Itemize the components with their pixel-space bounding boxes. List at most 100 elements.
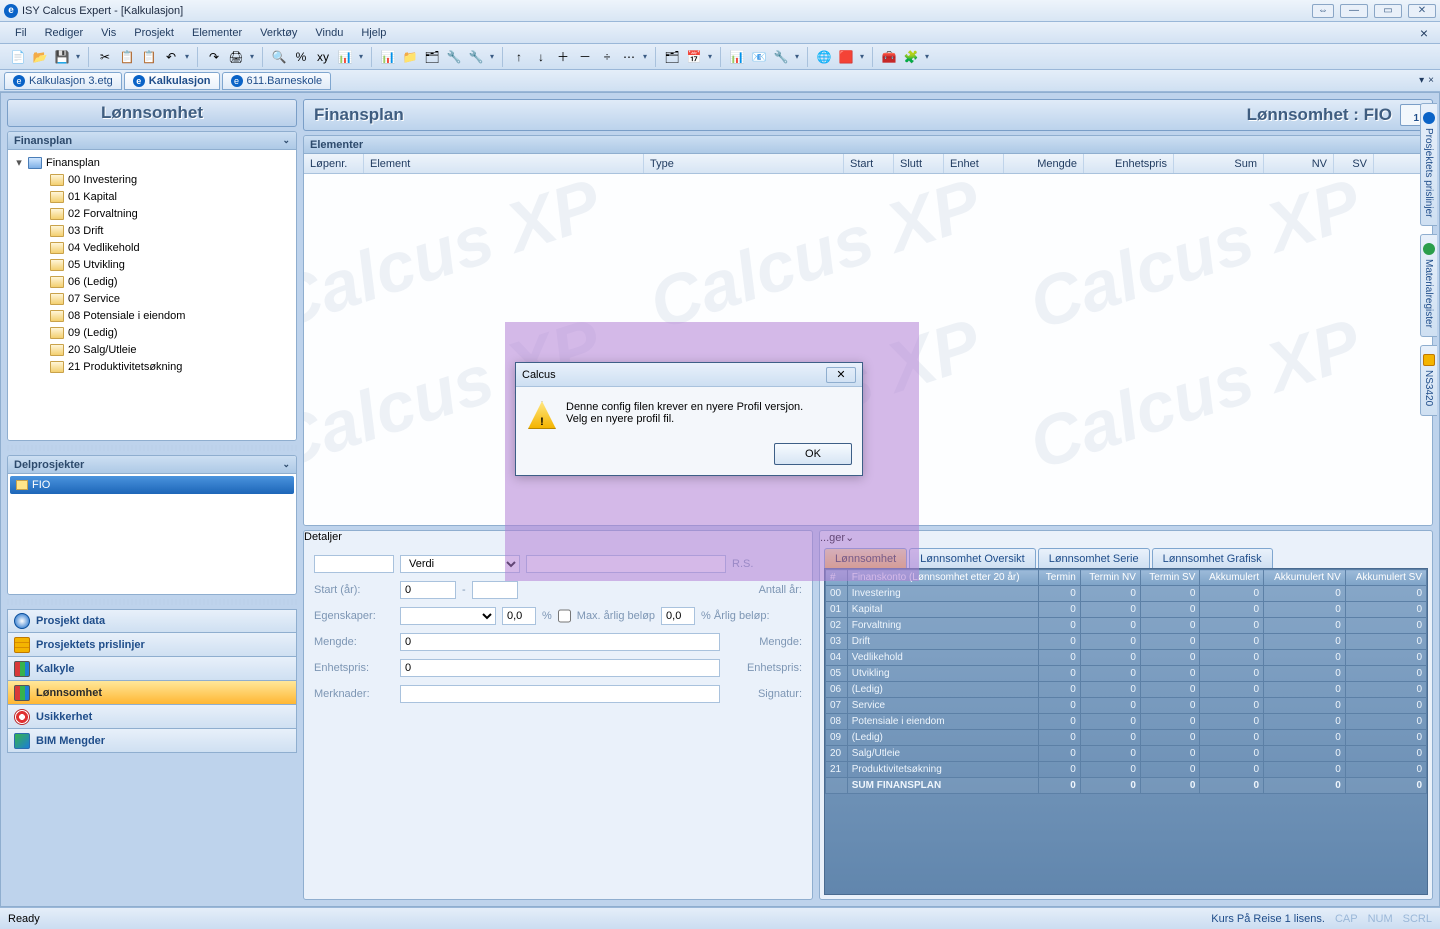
det-merknader-input[interactable] [400,685,720,703]
toolbar-button[interactable]: 🌐 [814,47,834,67]
det-start2-input[interactable] [472,581,518,599]
toolbar-button[interactable]: ↶ [161,47,181,67]
toolbar-button[interactable]: 🧰 [879,47,899,67]
toolbar-button[interactable]: 📧 [749,47,769,67]
rtable-row[interactable]: 09(Ledig)000000 [826,730,1427,746]
toolbar-button[interactable]: 📁 [400,47,420,67]
toolbar-button[interactable]: 🔧 [444,47,464,67]
result-table-wrap[interactable]: #Finanskonto (Lønnsomhet etter 20 år)Ter… [824,568,1428,895]
menu-elementer[interactable]: Elementer [183,25,251,41]
rtable-col[interactable]: Akkumulert [1200,570,1264,586]
rtable-col[interactable]: Akkumulert SV [1345,570,1426,586]
result-tab[interactable]: Lønnsomhet [824,548,907,568]
det-max-checkbox[interactable] [558,607,571,625]
dock-tab-prislinjer[interactable]: Prosjektets prislinjer [1420,103,1437,226]
rtable-row[interactable]: SUM FINANSPLAN000000 [826,778,1427,794]
toolbar-button[interactable]: ↑ [509,47,529,67]
grid-col-header[interactable]: Løpenr. [304,154,364,173]
det-pct-input[interactable] [502,607,536,625]
rtable-row[interactable]: 06(Ledig)000000 [826,682,1427,698]
result-tab[interactable]: Lønnsomhet Grafisk [1152,548,1273,568]
grid-header[interactable]: Løpenr.ElementTypeStartSluttEnhetMengdeE… [304,154,1432,174]
nav-button[interactable]: Lønnsomhet [7,681,297,705]
grid-col-header[interactable]: Sum [1174,154,1264,173]
tree-item[interactable]: 04 Vedlikehold [10,239,294,256]
toolbar-button[interactable]: 🗂 [422,47,442,67]
tree-item[interactable]: 03 Drift [10,222,294,239]
toolbar-dropdown-icon[interactable]: ▾ [488,47,496,67]
toolbar-button[interactable]: 🔧 [466,47,486,67]
toolbar-button[interactable]: 📋 [139,47,159,67]
toolbar-dropdown-icon[interactable]: ▾ [641,47,649,67]
toolbar-button[interactable]: ÷ [597,47,617,67]
toolbar-dropdown-icon[interactable]: ▾ [858,47,866,67]
tree-item[interactable]: 20 Salg/Utleie [10,341,294,358]
grid-col-header[interactable]: Mengde [1004,154,1084,173]
grid-col-header[interactable]: NV [1264,154,1334,173]
toolbar-dropdown-icon[interactable]: ▾ [183,47,191,67]
toolbar-button[interactable]: % [291,47,311,67]
nav-button[interactable]: Prosjektets prislinjer [7,633,297,657]
grid-col-header[interactable]: Enhet [944,154,1004,173]
doc-tab[interactable]: eKalkulasjon 3.etg [4,72,122,90]
rtable-col[interactable]: Finanskonto (Lønnsomhet etter 20 år) [847,570,1038,586]
toolbar-button[interactable]: 📊 [378,47,398,67]
toolbar-button[interactable]: ↷ [204,47,224,67]
toolbar-button[interactable]: 🟥 [836,47,856,67]
menu-rediger[interactable]: Rediger [36,25,93,41]
rtable-col[interactable]: Termin [1038,570,1080,586]
rtable-row[interactable]: 08Potensiale i eiendom000000 [826,714,1427,730]
tree-item[interactable]: 07 Service [10,290,294,307]
toolbar-button[interactable]: ↓ [531,47,551,67]
rtable-col[interactable]: Termin NV [1080,570,1140,586]
tree-item[interactable]: 00 Investering [10,171,294,188]
doc-tab[interactable]: e611.Barneskole [222,72,332,90]
menu-vis[interactable]: Vis [92,25,125,41]
finansplan-tree[interactable]: ▾Finansplan00 Investering01 Kapital02 Fo… [8,150,296,440]
grid-col-header[interactable]: Start [844,154,894,173]
toolbar-button[interactable]: ⋯ [619,47,639,67]
nav-button[interactable]: Kalkyle [7,657,297,681]
det-max-input[interactable] [661,607,695,625]
toolbar-button[interactable]: 🔧 [771,47,791,67]
toolbar-button[interactable]: ✂ [95,47,115,67]
tree-item[interactable]: 02 Forvaltning [10,205,294,222]
toolbar-button[interactable]: 📄 [8,47,28,67]
collapse-icon[interactable]: ⌄ [845,532,854,544]
rtable-row[interactable]: 04Vedlikehold000000 [826,650,1427,666]
result-tab[interactable]: Lønnsomhet Serie [1038,548,1150,568]
rtable-row[interactable]: 07Service000000 [826,698,1427,714]
grid-col-header[interactable]: Enhetspris [1084,154,1174,173]
toolbar-button[interactable]: 📋 [117,47,137,67]
doctabs-close-icon[interactable]: × [1428,75,1434,86]
det-enhetspris-input[interactable] [400,659,720,677]
tree-item[interactable]: 05 Utvikling [10,256,294,273]
close-button[interactable]: ✕ [1408,4,1436,18]
toolbar-button[interactable]: 🧩 [901,47,921,67]
menu-fil[interactable]: Fil [6,25,36,41]
collapse-icon[interactable]: ⌄ [282,135,290,146]
subproject-fio[interactable]: FIO [10,476,294,494]
toolbar-button[interactable]: 📊 [727,47,747,67]
tree-item[interactable]: 09 (Ledig) [10,324,294,341]
collapse-icon[interactable]: ⌄ [282,459,290,470]
rtable-row[interactable]: 03Drift000000 [826,634,1427,650]
mdi-close-icon[interactable]: × [1414,25,1434,41]
menu-prosjekt[interactable]: Prosjekt [125,25,183,41]
toolbar-button[interactable]: 📂 [30,47,50,67]
toolbar-button[interactable]: 🗂 [662,47,682,67]
rtable-col[interactable]: Akkumulert NV [1264,570,1346,586]
nav-button[interactable]: BIM Mengder [7,729,297,753]
nav-button[interactable]: Usikkerhet [7,705,297,729]
menu-vindu[interactable]: Vindu [306,25,352,41]
tree-item[interactable]: 21 Produktivitetsøkning [10,358,294,375]
toolbar-button[interactable]: 🔍 [269,47,289,67]
toolbar-dropdown-icon[interactable]: ▾ [357,47,365,67]
det-verdi-select[interactable]: Verdi [400,555,520,573]
grid-col-header[interactable]: Type [644,154,844,173]
rtable-row[interactable]: 02Forvaltning000000 [826,618,1427,634]
grid-col-header[interactable]: SV [1334,154,1374,173]
menu-hjelp[interactable]: Hjelp [352,25,395,41]
grid-body[interactable]: Calcus XP Calcus XP Calcus XP Calcus XP … [304,174,1432,525]
toolbar-button[interactable]: 🖨 [226,47,246,67]
